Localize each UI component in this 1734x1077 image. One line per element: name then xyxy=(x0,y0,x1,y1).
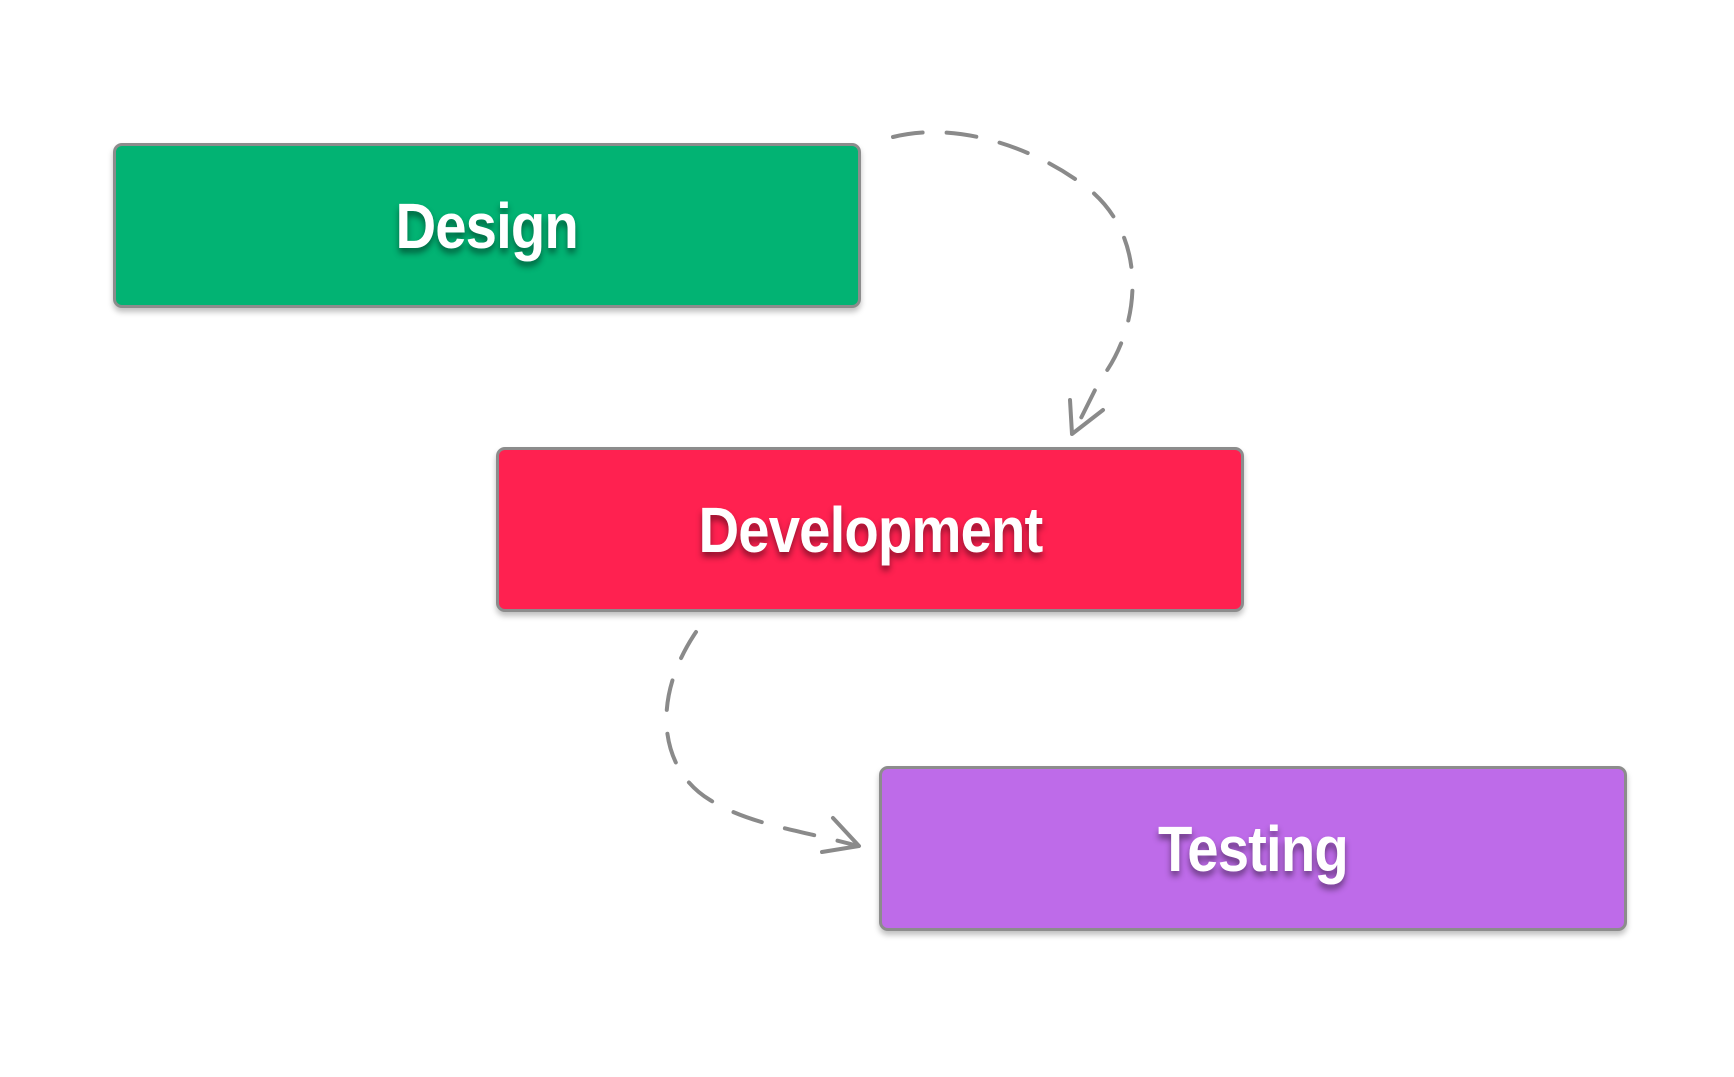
connector-design-to-development xyxy=(891,130,1135,436)
step-testing[interactable]: Testing xyxy=(879,766,1627,931)
step-development-label: Development xyxy=(698,493,1043,566)
step-design-label: Design xyxy=(395,189,579,262)
step-development[interactable]: Development xyxy=(496,447,1244,612)
arrowhead-development-icon xyxy=(1068,398,1105,436)
step-design[interactable]: Design xyxy=(113,143,861,308)
arrowhead-testing-icon xyxy=(820,816,861,854)
connector-development-to-testing xyxy=(664,630,860,848)
step-testing-label: Testing xyxy=(1158,812,1349,885)
process-diagram: Design Development Testing xyxy=(0,0,1734,1077)
